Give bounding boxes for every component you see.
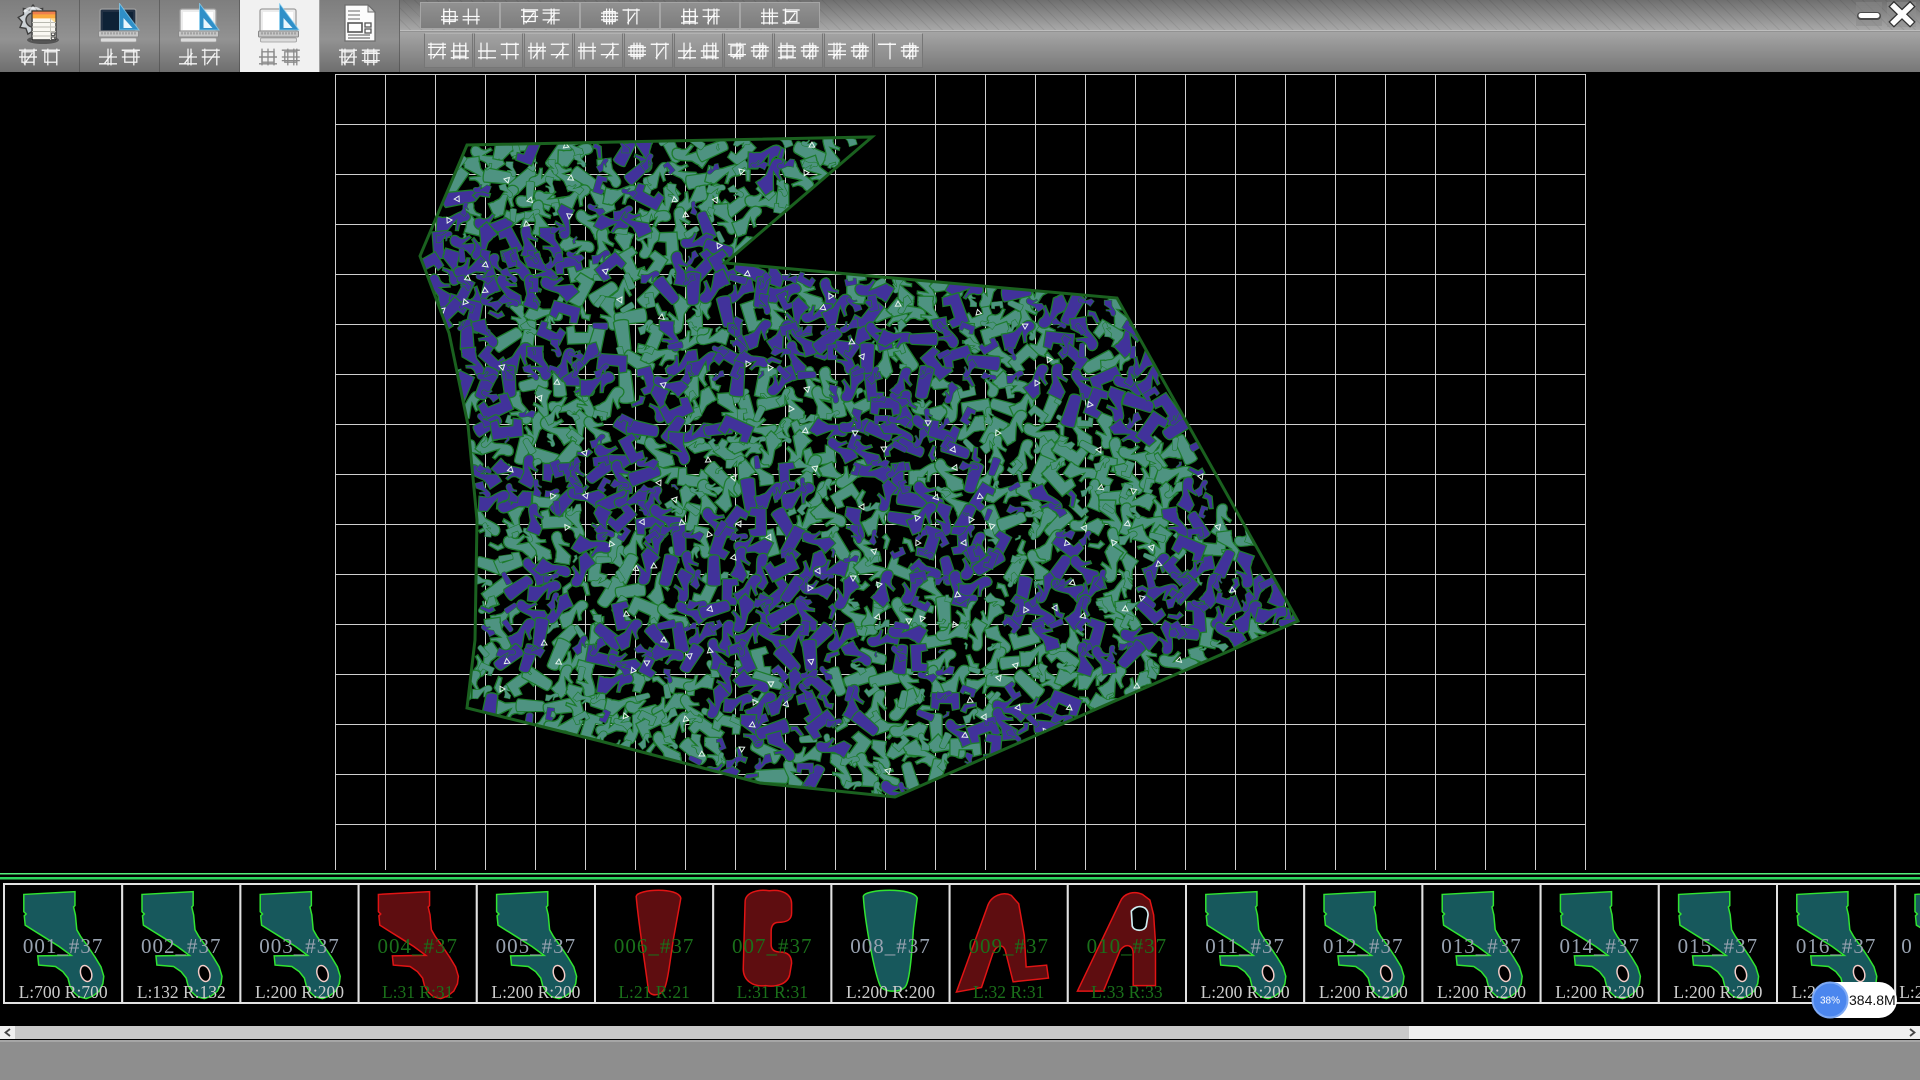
svg-text:003_#37: 003_#37 bbox=[259, 934, 340, 958]
svg-text:L:200 R:200: L:200 R:200 bbox=[1437, 982, 1526, 1002]
svg-text:010_#37: 010_#37 bbox=[1087, 934, 1168, 958]
svg-text:016_#37: 016_#37 bbox=[1796, 934, 1877, 958]
svg-text:0: 0 bbox=[1901, 934, 1913, 958]
svg-text:L:132 R:132: L:132 R:132 bbox=[137, 982, 226, 1002]
svg-text:384.8M: 384.8M bbox=[1849, 992, 1896, 1008]
svg-text:009_#37: 009_#37 bbox=[968, 934, 1049, 958]
svg-text:L:200 R:200: L:200 R:200 bbox=[255, 982, 344, 1002]
svg-text:014_#37: 014_#37 bbox=[1559, 934, 1640, 958]
svg-text:006_#37: 006_#37 bbox=[614, 934, 695, 958]
svg-text:L:700 R:700: L:700 R:700 bbox=[19, 982, 108, 1002]
svg-text:L:33 R:33: L:33 R:33 bbox=[1091, 982, 1163, 1002]
svg-text:L:200 R:200: L:200 R:200 bbox=[846, 982, 935, 1002]
svg-text:L:200 R:200: L:200 R:200 bbox=[1319, 982, 1408, 1002]
svg-text:38%: 38% bbox=[1820, 996, 1840, 1007]
svg-text:011_#37: 011_#37 bbox=[1205, 934, 1285, 958]
svg-text:007_#37: 007_#37 bbox=[732, 934, 813, 958]
svg-text:L:21 R:21: L:21 R:21 bbox=[618, 982, 689, 1002]
svg-text:004_#37: 004_#37 bbox=[377, 934, 458, 958]
svg-text:L:31 R:31: L:31 R:31 bbox=[382, 982, 453, 1002]
svg-text:L:32 R:31: L:32 R:31 bbox=[973, 982, 1044, 1002]
svg-text:012_#37: 012_#37 bbox=[1323, 934, 1404, 958]
svg-text:L:31 R:31: L:31 R:31 bbox=[737, 982, 808, 1002]
svg-text:L:200 R:200: L:200 R:200 bbox=[1673, 982, 1762, 1002]
svg-text:L:2: L:2 bbox=[1899, 982, 1920, 1002]
svg-text:L:200 R:200: L:200 R:200 bbox=[1201, 982, 1290, 1002]
svg-text:015_#37: 015_#37 bbox=[1678, 934, 1759, 958]
svg-text:L:200 R:200: L:200 R:200 bbox=[491, 982, 580, 1002]
svg-text:L:200 R:200: L:200 R:200 bbox=[1555, 982, 1644, 1002]
svg-text:008_#37: 008_#37 bbox=[850, 934, 931, 958]
svg-text:013_#37: 013_#37 bbox=[1441, 934, 1522, 958]
svg-text:001_#37: 001_#37 bbox=[23, 934, 104, 958]
svg-text:005_#37: 005_#37 bbox=[496, 934, 577, 958]
svg-text:002_#37: 002_#37 bbox=[141, 934, 222, 958]
